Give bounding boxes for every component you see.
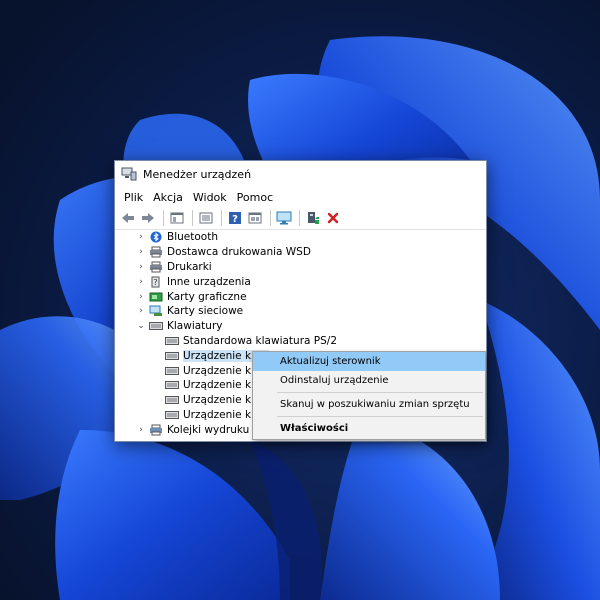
chevron-right-icon[interactable]: › bbox=[135, 305, 147, 317]
context-menu-separator bbox=[277, 392, 483, 393]
tree-item-label: Bluetooth bbox=[167, 231, 218, 244]
toolbar-separator bbox=[192, 210, 193, 226]
menu-plik[interactable]: Plik bbox=[119, 191, 148, 204]
chevron-right-icon[interactable]: › bbox=[135, 261, 147, 273]
menu-pomoc[interactable]: Pomoc bbox=[232, 191, 278, 204]
view-icon[interactable] bbox=[246, 209, 264, 227]
tree-item-label: Inne urządzenia bbox=[167, 275, 251, 288]
keyboard-icon bbox=[149, 320, 163, 332]
tree-item-label: Karty graficzne bbox=[167, 290, 247, 303]
toolbar-separator bbox=[221, 210, 222, 226]
tree-item-other-devices[interactable]: › ? Inne urządzenia bbox=[115, 274, 486, 289]
tree-item-wsd-print-provider[interactable]: › Dostawca drukowania WSD bbox=[115, 245, 486, 260]
tree-item-bluetooth[interactable]: › Bluetooth bbox=[115, 230, 486, 245]
tree-item-label: Dostawca drukowania WSD bbox=[167, 246, 311, 259]
context-menu-properties[interactable]: Właściwości bbox=[253, 419, 485, 438]
chevron-right-icon[interactable]: › bbox=[135, 291, 147, 303]
context-menu-uninstall-device[interactable]: Odinstaluj urządzenie bbox=[253, 371, 485, 390]
bluetooth-icon bbox=[149, 231, 163, 243]
tree-item-printers[interactable]: › Drukarki bbox=[115, 260, 486, 275]
chevron-right-icon[interactable]: › bbox=[135, 231, 147, 243]
keyboard-icon bbox=[165, 409, 179, 421]
chevron-right-icon[interactable]: › bbox=[135, 276, 147, 288]
keyboard-icon bbox=[165, 335, 179, 347]
toolbar: ? bbox=[115, 207, 486, 230]
display-adapter-icon bbox=[149, 291, 163, 303]
monitor-icon[interactable] bbox=[275, 209, 293, 227]
keyboard-icon bbox=[165, 365, 179, 377]
menu-widok[interactable]: Widok bbox=[188, 191, 232, 204]
forward-arrow-icon[interactable] bbox=[139, 209, 157, 227]
chevron-right-icon[interactable]: › bbox=[135, 424, 147, 436]
chevron-right-icon[interactable]: › bbox=[135, 246, 147, 258]
network-adapter-icon bbox=[149, 305, 163, 317]
device-manager-icon bbox=[121, 166, 137, 182]
tree-item-label: Klawiatury bbox=[167, 320, 223, 333]
tree-item-display-adapters[interactable]: › Karty graficzne bbox=[115, 289, 486, 304]
keyboard-icon bbox=[165, 394, 179, 406]
menu-akcja[interactable]: Akcja bbox=[148, 191, 188, 204]
tree-item-label: Drukarki bbox=[167, 260, 212, 273]
properties-icon[interactable] bbox=[197, 209, 215, 227]
print-queue-icon bbox=[149, 424, 163, 436]
unknown-device-icon: ? bbox=[149, 276, 163, 288]
menu-bar: Plik Akcja Widok Pomoc bbox=[115, 187, 486, 207]
tree-item-label: Kolejki wydruku bbox=[167, 423, 250, 436]
context-menu-update-driver[interactable]: Aktualizuj sterownik bbox=[253, 352, 485, 371]
toolbar-separator bbox=[270, 210, 271, 226]
svg-text:?: ? bbox=[232, 214, 238, 225]
back-arrow-icon[interactable] bbox=[119, 209, 137, 227]
keyboard-icon bbox=[165, 350, 179, 362]
svg-text:?: ? bbox=[153, 278, 157, 287]
remove-icon[interactable] bbox=[324, 209, 342, 227]
context-menu-scan-hardware[interactable]: Skanuj w poszukiwaniu zmian sprzętu bbox=[253, 395, 485, 414]
window-title: Menedżer urządzeń bbox=[143, 167, 252, 181]
printer-icon bbox=[149, 246, 163, 258]
tree-item-keyboards[interactable]: ⌄ Klawiatury bbox=[115, 319, 486, 334]
toolbar-separator bbox=[163, 210, 164, 226]
title-bar: Menedżer urządzeń bbox=[115, 161, 486, 187]
context-menu: Aktualizuj sterownik Odinstaluj urządzen… bbox=[252, 351, 486, 440]
help-icon[interactable]: ? bbox=[226, 209, 244, 227]
tree-item-network-adapters[interactable]: › Karty sieciowe bbox=[115, 304, 486, 319]
tree-item-label: Karty sieciowe bbox=[167, 305, 244, 318]
add-driver-icon[interactable] bbox=[304, 209, 322, 227]
chevron-down-icon[interactable]: ⌄ bbox=[135, 320, 147, 332]
toolbar-separator bbox=[299, 210, 300, 226]
show-hide-icon[interactable] bbox=[168, 209, 186, 227]
tree-item-ps2-keyboard[interactable]: Standardowa klawiatura PS/2 bbox=[115, 334, 486, 349]
keyboard-icon bbox=[165, 379, 179, 391]
printer-icon bbox=[149, 261, 163, 273]
context-menu-separator bbox=[277, 416, 483, 417]
tree-item-label: Standardowa klawiatura PS/2 bbox=[183, 334, 337, 347]
